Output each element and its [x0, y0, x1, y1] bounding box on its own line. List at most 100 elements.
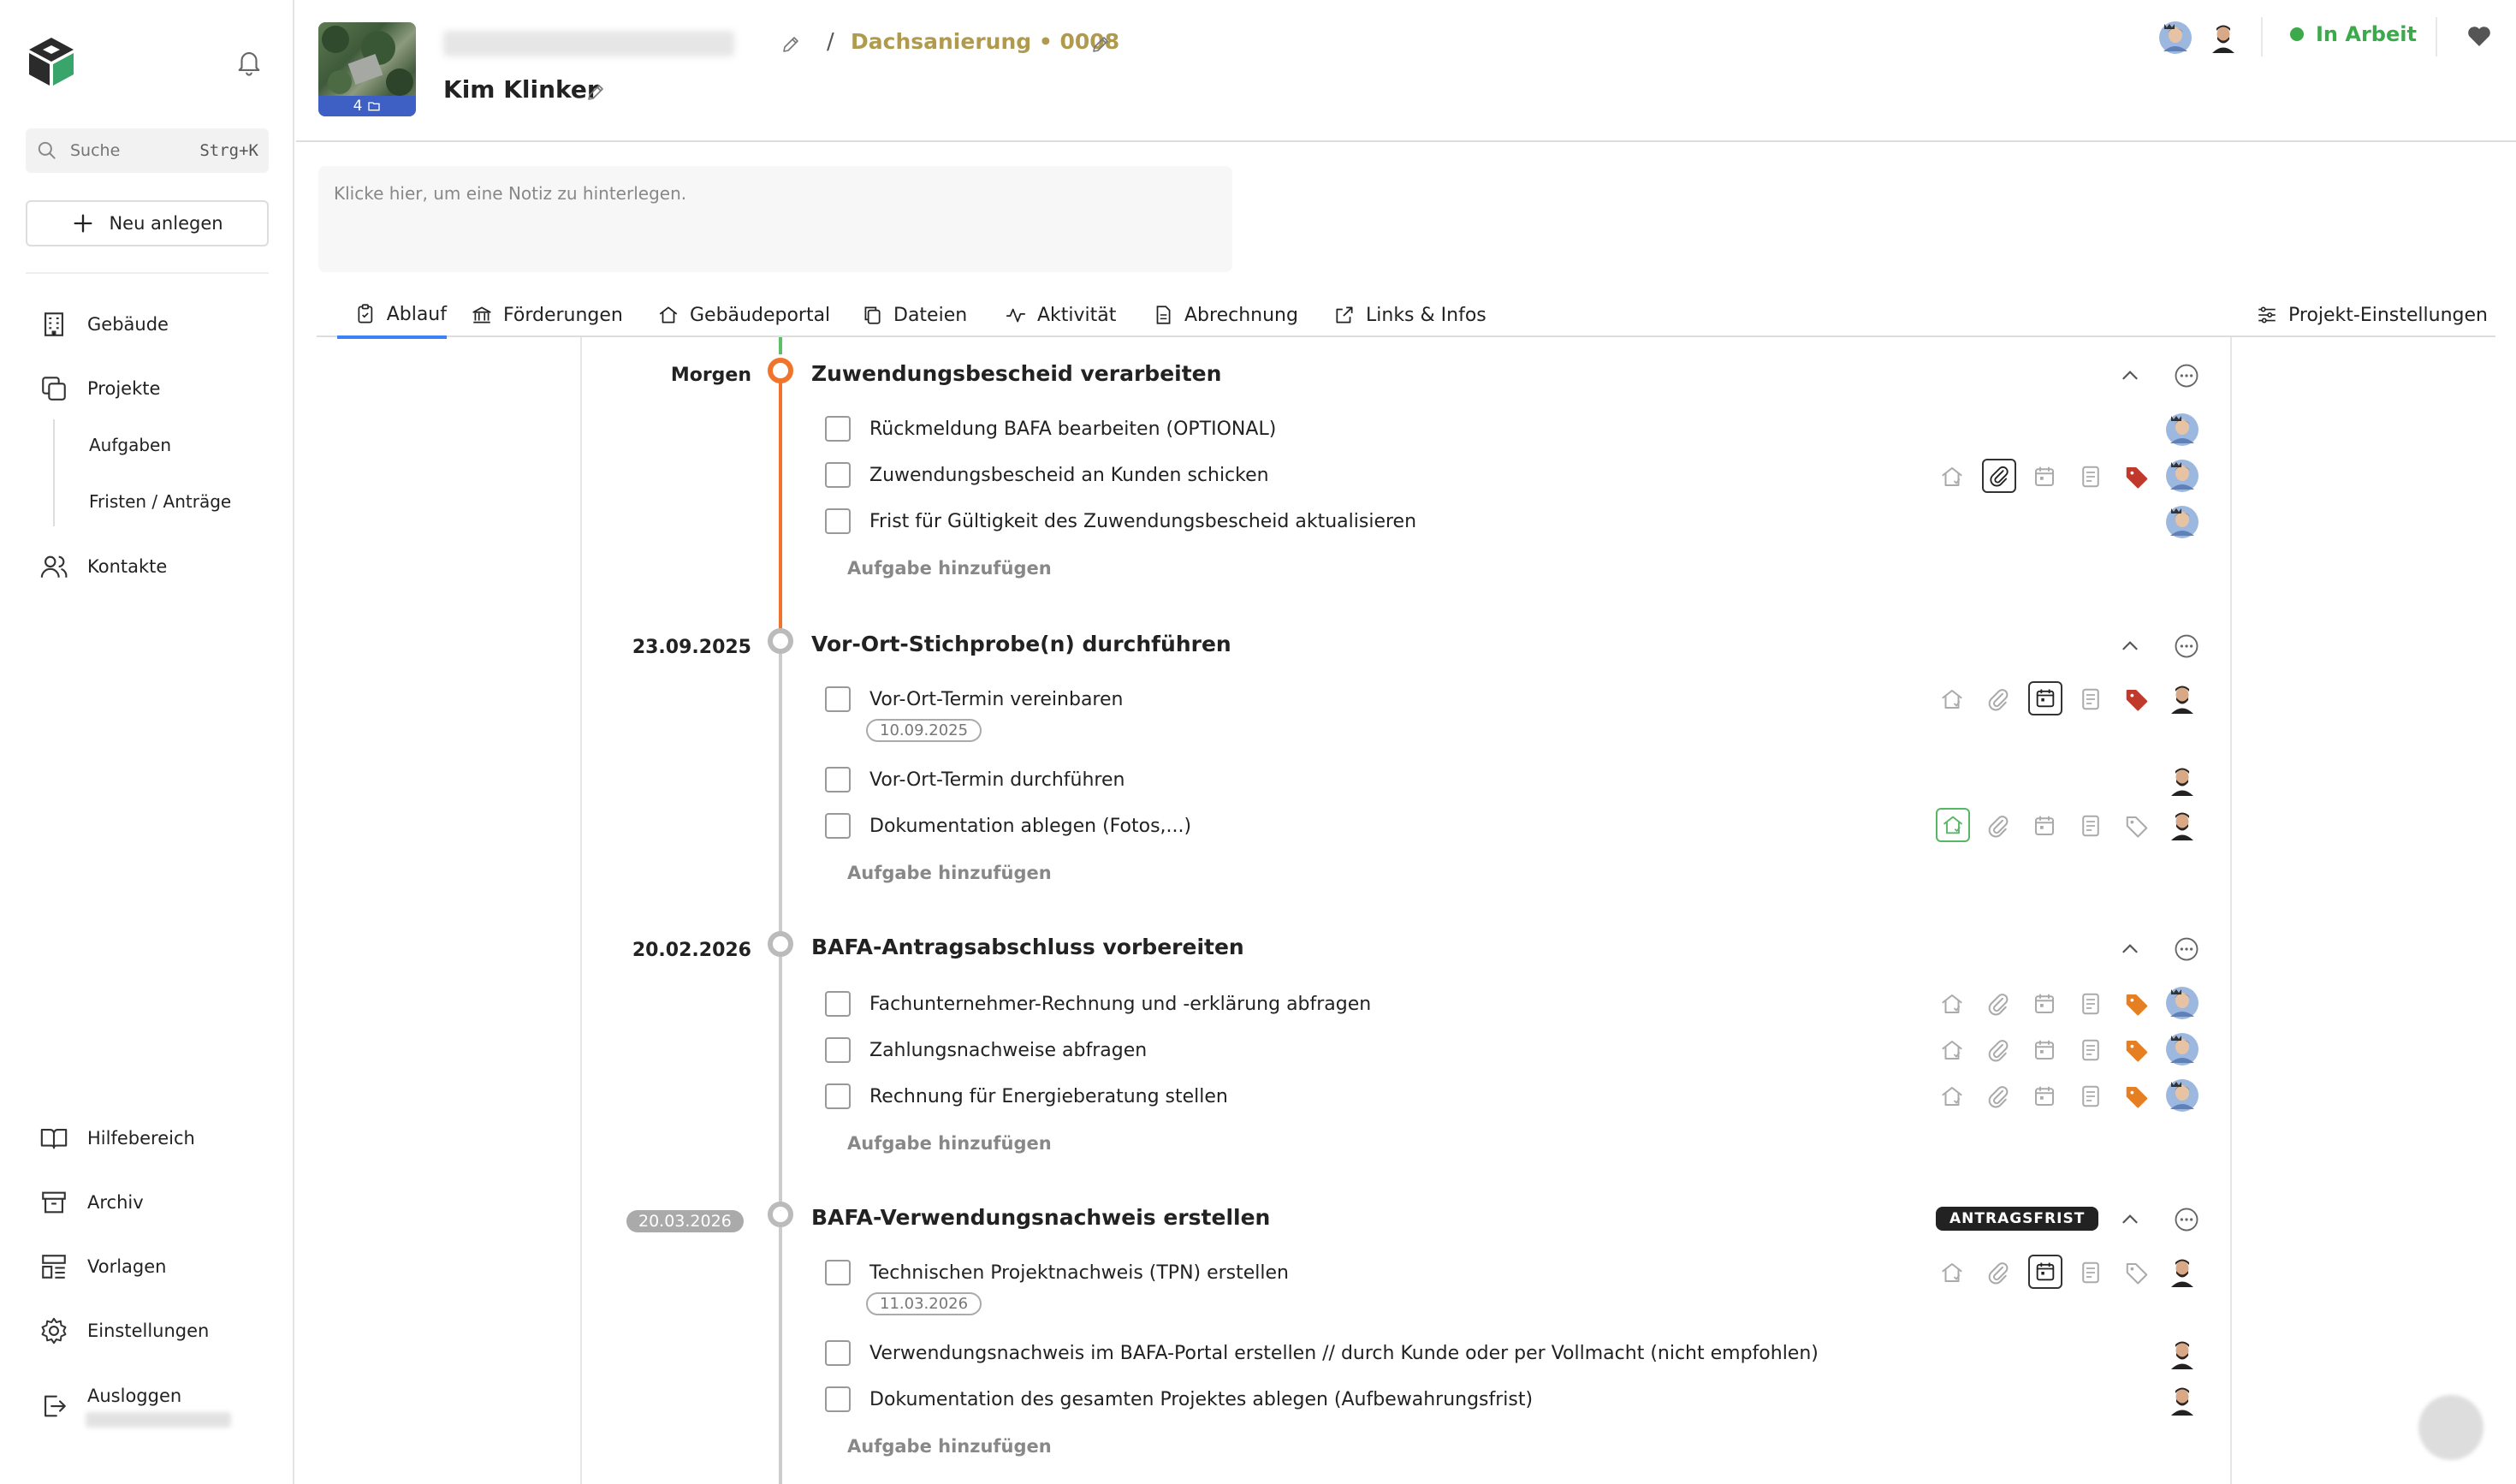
tab-links[interactable]: Links & Infos	[1333, 293, 1486, 337]
avatar[interactable]	[2165, 986, 2199, 1020]
tag-icon[interactable]	[2124, 991, 2150, 1017]
task-checkbox[interactable]	[825, 1083, 851, 1109]
group-title[interactable]: BAFA-Verwendungsnachweis erstellen	[811, 1205, 1270, 1230]
building-portal-icon[interactable]	[1939, 1037, 1965, 1063]
add-task-button[interactable]: Aufgabe hinzufügen	[847, 1436, 1052, 1457]
edit-customer-icon[interactable]	[585, 82, 606, 103]
sidebar-item-gebaeude[interactable]: Gebäude	[39, 310, 169, 339]
sidebar-item-einstellungen[interactable]: Einstellungen	[39, 1316, 209, 1345]
avatar[interactable]	[2165, 763, 2199, 798]
calendar-icon[interactable]	[2032, 813, 2057, 839]
avatar[interactable]	[2165, 1255, 2199, 1289]
task-checkbox[interactable]	[825, 767, 851, 792]
sidebar-item-vorlagen[interactable]: Vorlagen	[39, 1252, 166, 1281]
tab-ablauf[interactable]: Ablauf	[337, 293, 447, 339]
building-portal-icon[interactable]	[1939, 1083, 1965, 1109]
tag-icon[interactable]	[2124, 1037, 2150, 1063]
tag-outline-icon[interactable]	[2124, 813, 2150, 839]
task-item[interactable]: Dokumentation ablegen (Fotos,...)	[825, 813, 1191, 839]
customer-name[interactable]: Kim Klinker	[443, 75, 599, 104]
edit-project-icon[interactable]	[1090, 34, 1111, 55]
tab-foerderungen[interactable]: Förderungen	[471, 293, 623, 337]
task-checkbox[interactable]	[825, 508, 851, 534]
task-item[interactable]: Vor-Ort-Termin durchführen	[825, 767, 1124, 792]
collapse-icon[interactable]	[2119, 938, 2141, 960]
edit-address-icon[interactable]	[780, 34, 801, 55]
more-options-icon[interactable]	[2174, 1207, 2199, 1232]
project-photo[interactable]: 4	[318, 22, 416, 116]
building-portal-button[interactable]	[1936, 808, 1970, 842]
search-box[interactable]: Strg+K	[26, 128, 269, 173]
task-item[interactable]: Zahlungsnachweise abfragen	[825, 1037, 1147, 1063]
project-title[interactable]: Dachsanierung • 0008	[851, 29, 1119, 54]
more-options-icon[interactable]	[2174, 363, 2199, 389]
avatar[interactable]	[2158, 21, 2193, 55]
bell-icon[interactable]	[234, 46, 264, 77]
collapse-icon[interactable]	[2119, 365, 2141, 387]
sidebar-item-fristen[interactable]: Fristen / Anträge	[89, 491, 231, 512]
building-portal-icon[interactable]	[1939, 991, 1965, 1017]
new-button[interactable]: Neu anlegen	[26, 200, 269, 246]
document-icon[interactable]	[2078, 813, 2104, 839]
avatar[interactable]	[2165, 1032, 2199, 1066]
avatar[interactable]	[2206, 21, 2240, 55]
note-field[interactable]: Klicke hier, um eine Notiz zu hinterlege…	[318, 166, 1232, 272]
paperclip-icon[interactable]	[1985, 813, 2011, 839]
paperclip-icon[interactable]	[1985, 1083, 2011, 1109]
avatar[interactable]	[2165, 413, 2199, 447]
task-item[interactable]: Frist für Gültigkeit des Zuwendungsbesch…	[825, 508, 1416, 534]
task-checkbox[interactable]	[825, 462, 851, 488]
paperclip-icon[interactable]	[1985, 686, 2011, 712]
more-options-icon[interactable]	[2174, 633, 2199, 659]
document-icon[interactable]	[2078, 1260, 2104, 1285]
paperclip-icon[interactable]	[1985, 991, 2011, 1017]
task-item[interactable]: Rechnung für Energieberatung stellen	[825, 1083, 1228, 1109]
tab-abrechnung[interactable]: Abrechnung	[1152, 293, 1298, 337]
heart-icon[interactable]	[2465, 22, 2494, 50]
calendar-icon[interactable]	[2032, 1083, 2057, 1109]
tab-aktivitaet[interactable]: Aktivität	[1005, 293, 1116, 337]
attachment-button[interactable]	[1982, 459, 2016, 493]
logo-icon[interactable]	[24, 34, 79, 89]
group-title[interactable]: BAFA-Antragsabschluss vorbereiten	[811, 935, 1244, 959]
building-portal-icon[interactable]	[1939, 464, 1965, 490]
document-icon[interactable]	[2078, 686, 2104, 712]
calendar-icon[interactable]	[2032, 991, 2057, 1017]
building-portal-icon[interactable]	[1939, 1260, 1965, 1285]
sidebar-item-archiv[interactable]: Archiv	[39, 1188, 144, 1217]
calendar-icon[interactable]	[2032, 1037, 2057, 1063]
calendar-icon[interactable]	[2032, 464, 2057, 490]
avatar[interactable]	[2165, 505, 2199, 539]
task-checkbox[interactable]	[825, 416, 851, 442]
avatar[interactable]	[2165, 459, 2199, 493]
task-checkbox[interactable]	[825, 686, 851, 712]
group-title[interactable]: Vor-Ort-Stichprobe(n) durchführen	[811, 632, 1231, 656]
avatar[interactable]	[2165, 1337, 2199, 1371]
document-icon[interactable]	[2078, 1037, 2104, 1063]
add-task-button[interactable]: Aufgabe hinzufügen	[847, 558, 1052, 579]
sidebar-item-projekte[interactable]: Projekte	[39, 374, 160, 403]
collapse-icon[interactable]	[2119, 1208, 2141, 1231]
paperclip-icon[interactable]	[1985, 1037, 2011, 1063]
add-task-button[interactable]: Aufgabe hinzufügen	[847, 1133, 1052, 1154]
status-badge[interactable]: In Arbeit	[2290, 22, 2417, 46]
paperclip-icon[interactable]	[1985, 1260, 2011, 1285]
document-icon[interactable]	[2078, 464, 2104, 490]
task-checkbox[interactable]	[825, 1037, 851, 1063]
group-title[interactable]: Zuwendungsbescheid verarbeiten	[811, 361, 1221, 386]
add-task-button[interactable]: Aufgabe hinzufügen	[847, 863, 1052, 883]
task-item[interactable]: Technischen Projektnachweis (TPN) erstel…	[825, 1260, 1289, 1285]
avatar[interactable]	[2165, 681, 2199, 715]
search-input[interactable]	[70, 141, 173, 160]
building-portal-icon[interactable]	[1939, 686, 1965, 712]
tab-gebaeudeportal[interactable]: Gebäudeportal	[657, 293, 830, 337]
task-item[interactable]: Fachunternehmer-Rechnung und -erklärung …	[825, 991, 1371, 1017]
task-item[interactable]: Dokumentation des gesamten Projektes abl…	[825, 1386, 1533, 1412]
avatar[interactable]	[2165, 808, 2199, 842]
collapse-icon[interactable]	[2119, 635, 2141, 657]
tag-icon[interactable]	[2124, 1083, 2150, 1109]
document-icon[interactable]	[2078, 1083, 2104, 1109]
chat-widget-button[interactable]	[2418, 1395, 2483, 1460]
task-item[interactable]: Rückmeldung BAFA bearbeiten (OPTIONAL)	[825, 416, 1276, 442]
tag-outline-icon[interactable]	[2124, 1260, 2150, 1285]
